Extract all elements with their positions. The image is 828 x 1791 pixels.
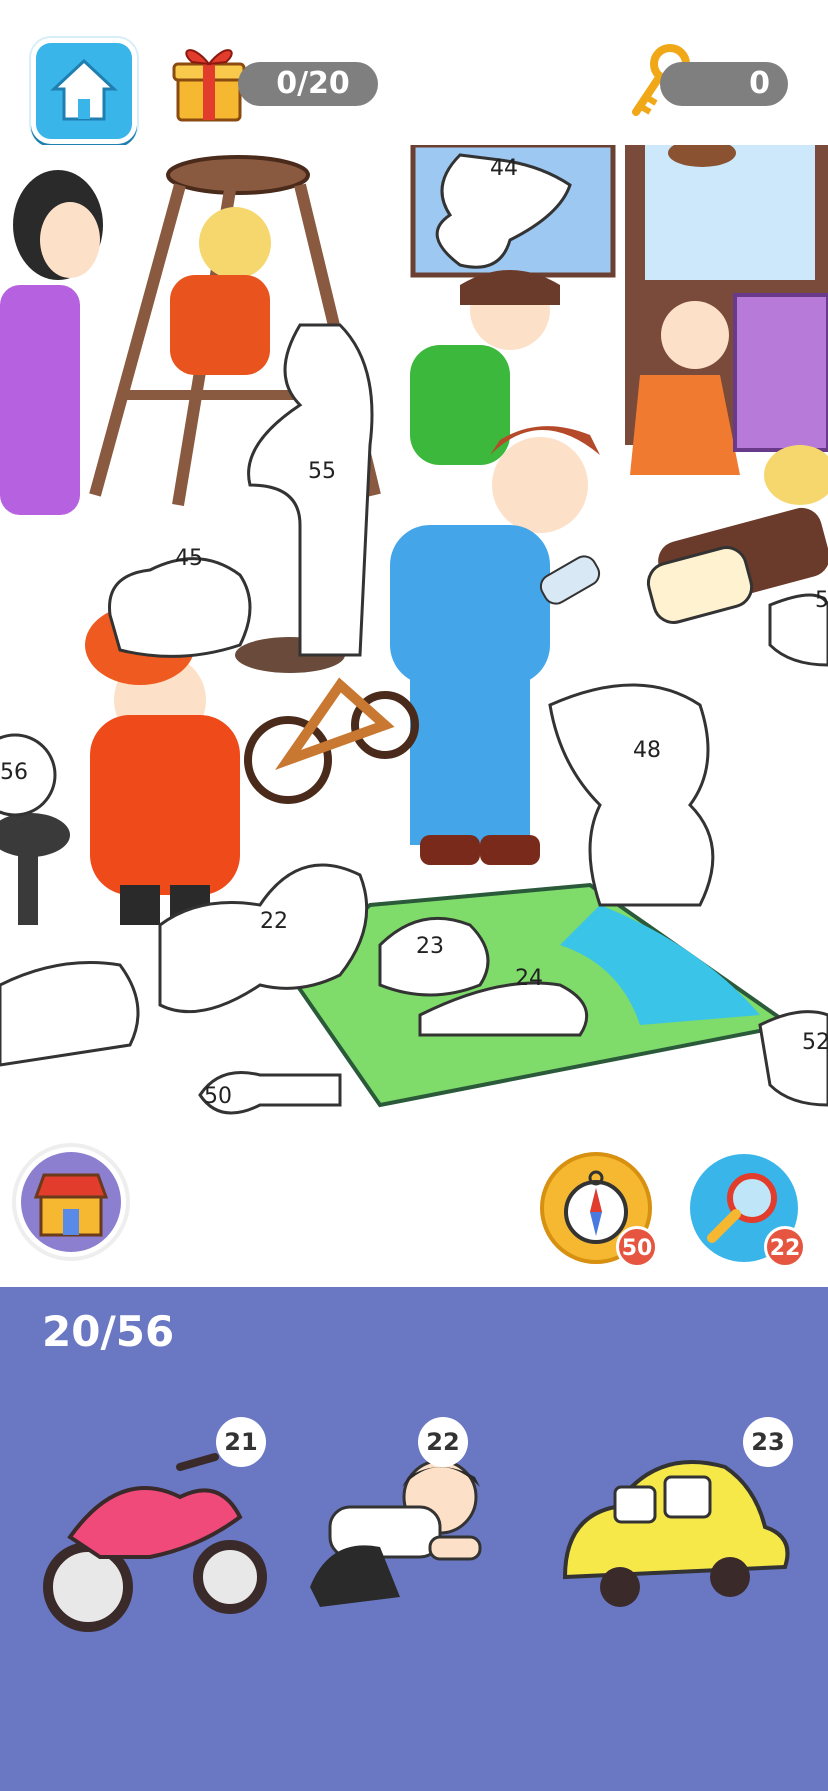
woman-purple-suit [0,285,80,515]
silhouette-48 [548,683,715,907]
dollhouse [733,293,828,452]
top-bar: 0/20 0 [0,0,828,145]
silhouette-label-22: 22 [260,909,288,934]
tray-item-motorcycle[interactable]: 21 [30,1407,270,1647]
tray-item-number: 21 [216,1417,266,1467]
silhouette-label-5: 5 [815,588,828,613]
blonde-girl [199,207,271,279]
silhouette-label-45: 45 [175,546,203,571]
silhouette-label-56: 56 [0,760,28,785]
keys-count-pill: 0 [660,62,788,106]
crawling-boy-icon [310,1459,482,1607]
silhouette-52 [758,1010,828,1107]
magnifier-count-badge: 22 [764,1226,806,1268]
silhouette-label-23: 23 [416,934,444,959]
stool [166,155,310,195]
silhouette-label-44: 44 [490,156,518,181]
tray-item-crawling-boy[interactable]: 22 [290,1407,530,1647]
tray-item-number: 22 [418,1417,468,1467]
silhouette-label-48: 48 [633,738,661,763]
home-icon [50,58,118,121]
silhouette-label-55: 55 [308,459,336,484]
gift-icon [172,49,246,122]
found-items-tray: 20/56 21 22 23 [0,1287,828,1791]
compass-booster-button[interactable]: 50 [534,1146,658,1270]
shop-button[interactable] [12,1143,130,1261]
tray-count-label: 20/56 [42,1307,175,1356]
tray-item-number: 23 [743,1417,793,1467]
shop-icon [21,1152,121,1252]
home-button[interactable] [31,38,137,144]
man-blue-tracksuit [492,437,588,533]
scene-illustration: 44 55 45 56 48 22 23 24 50 52 5 [0,145,828,1115]
silhouette-label-52: 52 [802,1030,828,1055]
found-progress-pill: 0/20 [238,62,378,106]
compass-count-badge: 50 [616,1226,658,1268]
silhouette-55 [247,323,374,657]
silhouette-cloud-left [0,961,140,1067]
hidden-objects-scene[interactable]: 44 55 45 56 48 22 23 24 50 52 5 [0,145,828,1285]
magnifier-booster-button[interactable]: 22 [682,1146,806,1270]
silhouette-label-24: 24 [515,966,543,991]
silhouette-label-50: 50 [204,1084,232,1109]
silhouette-45 [108,557,252,658]
orange-dress-girl [661,301,729,369]
tray-item-toy-car[interactable]: 23 [555,1407,795,1647]
